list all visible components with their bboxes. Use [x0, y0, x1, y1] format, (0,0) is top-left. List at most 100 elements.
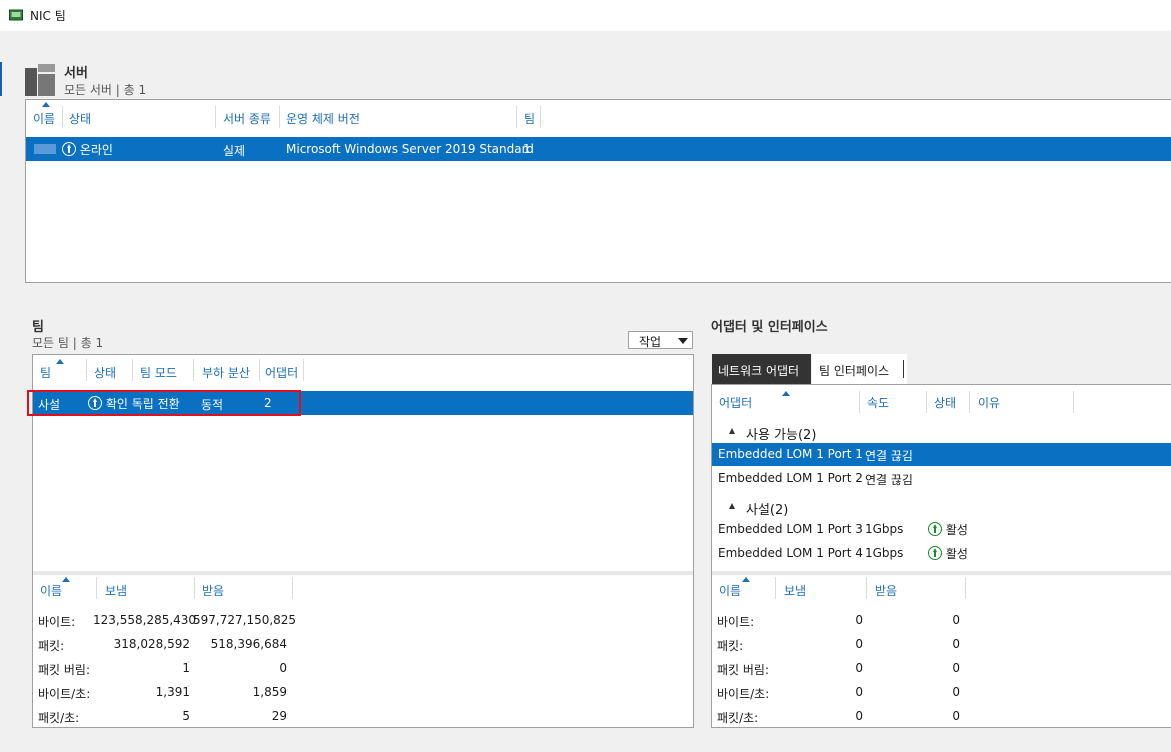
stat-label: 바이트/초: [717, 687, 770, 701]
group-header-private[interactable]: 사설(2) [712, 496, 1171, 518]
teams-subtitle: 모든 팀 | 총 1 [32, 336, 104, 350]
col-stat-recv[interactable]: 받음 [202, 582, 224, 599]
column-divider[interactable] [1073, 391, 1074, 413]
col-name[interactable]: 이름 [33, 110, 55, 127]
column-divider[interactable] [540, 106, 541, 128]
server-teams: 1 [523, 142, 531, 156]
col-adapter-status[interactable]: 상태 [934, 394, 956, 411]
column-divider[interactable] [86, 359, 87, 381]
col-stat-name[interactable]: 이름 [40, 582, 62, 599]
stat-sent: 123,558,285,430 [93, 613, 197, 627]
servers-title: 서버 [64, 66, 88, 81]
server-os: Microsoft Windows Server 2019 Standard [286, 142, 534, 156]
sort-ascending-icon [742, 577, 750, 582]
stat-label: 패킷/초: [38, 711, 80, 725]
col-reason[interactable]: 이유 [978, 394, 1000, 411]
adapter-status: 활성 [928, 545, 968, 562]
servers-subtitle: 모든 서버 | 총 1 [64, 83, 147, 97]
column-divider[interactable] [132, 359, 133, 381]
stat-recv: 0 [279, 661, 287, 675]
adapter-row[interactable]: Embedded LOM 1 Port 4 1Gbps 활성 [712, 542, 1171, 565]
col-stat-recv[interactable]: 받음 [875, 582, 897, 599]
tasks-dropdown[interactable]: 작업 [628, 331, 693, 349]
active-up-icon [928, 546, 942, 560]
column-divider[interactable] [292, 577, 293, 599]
stat-sent: 5 [182, 709, 190, 723]
collapse-triangle-icon[interactable] [729, 428, 735, 434]
col-server-type[interactable]: 서버 종류 [223, 110, 271, 127]
adapter-status: 활성 [928, 521, 968, 538]
adapter-name: Embedded LOM 1 Port 3 [718, 522, 863, 536]
column-divider[interactable] [965, 577, 966, 599]
teams-header-row: 팀 상태 팀 모드 부하 분산 어댑터 [33, 355, 693, 389]
stat-sent: 0 [855, 685, 863, 699]
stat-label: 패킷 버림: [38, 663, 91, 677]
servers-table: 이름 상태 서버 종류 운영 체제 버전 팀 온라인 실제 Microsoft … [25, 99, 1171, 283]
stat-row: 바이트/초: 0 0 [712, 683, 1012, 707]
column-divider[interactable] [859, 391, 860, 413]
col-adapter[interactable]: 어댑터 [719, 394, 752, 411]
adapters-panel: 어댑터 속도 상태 이유 사용 가능(2) Embedded LOM 1 Por… [711, 384, 1171, 728]
col-status[interactable]: 상태 [69, 110, 91, 127]
group-header-available[interactable]: 사용 가능(2) [712, 421, 1171, 443]
col-stat-sent[interactable]: 보냄 [784, 582, 806, 599]
column-divider[interactable] [215, 106, 216, 128]
highlight-box [27, 390, 301, 416]
stat-label: 바이트: [717, 615, 755, 629]
nic-team-app-icon [9, 9, 23, 21]
column-divider[interactable] [62, 106, 63, 128]
server-row[interactable]: 온라인 실제 Microsoft Windows Server 2019 Sta… [26, 137, 1171, 161]
column-divider[interactable] [866, 577, 867, 599]
server-status-text: 온라인 [79, 143, 113, 157]
tab-team-interfaces[interactable]: 팀 인터페이스 [812, 354, 907, 384]
stat-row: 바이트: 0 0 [712, 611, 1012, 635]
tab-divider [903, 360, 904, 378]
col-team-mode[interactable]: 팀 모드 [140, 364, 177, 381]
col-teams[interactable]: 팀 [524, 110, 535, 127]
column-divider[interactable] [926, 391, 927, 413]
stat-label: 패킷 버림: [717, 663, 770, 677]
col-stat-sent[interactable]: 보냄 [105, 582, 127, 599]
stat-sent: 0 [855, 613, 863, 627]
server-name-redacted [34, 144, 56, 154]
stat-row: 패킷/초: 5 29 [33, 707, 333, 731]
col-adapters[interactable]: 어댑터 [265, 364, 298, 381]
server-type: 실제 [223, 144, 246, 158]
col-speed[interactable]: 속도 [867, 394, 889, 411]
adapter-row[interactable]: Embedded LOM 1 Port 3 1Gbps 활성 [712, 518, 1171, 541]
collapse-triangle-icon[interactable] [729, 503, 735, 509]
col-team[interactable]: 팀 [40, 364, 51, 381]
adapter-status-text: 활성 [945, 523, 968, 537]
column-divider[interactable] [516, 106, 517, 128]
adapter-status-text: 활성 [945, 547, 968, 561]
adapter-row[interactable]: Embedded LOM 1 Port 1 연결 끊김 [712, 443, 1171, 466]
column-divider[interactable] [96, 577, 97, 599]
column-divider[interactable] [303, 359, 304, 381]
column-divider[interactable] [969, 391, 970, 413]
team-stats-header: 이름 보냄 받음 [33, 575, 693, 603]
stat-recv: 29 [271, 709, 287, 723]
column-divider[interactable] [279, 106, 280, 128]
stat-label: 패킷: [38, 639, 65, 653]
column-divider[interactable] [259, 359, 260, 381]
server-status: 온라인 [62, 141, 113, 158]
stat-sent: 0 [855, 637, 863, 651]
col-os-version[interactable]: 운영 체제 버전 [286, 110, 360, 127]
column-divider[interactable] [775, 577, 776, 599]
adapter-speed: 1Gbps [865, 522, 904, 536]
left-accent-strip [0, 62, 2, 96]
stat-label: 바이트/초: [38, 687, 91, 701]
column-divider[interactable] [193, 359, 194, 381]
stat-recv: 0 [952, 661, 960, 675]
col-team-status[interactable]: 상태 [94, 364, 116, 381]
stat-recv: 597,727,150,825 [193, 613, 297, 627]
column-divider[interactable] [194, 577, 195, 599]
adapter-name: Embedded LOM 1 Port 2 [718, 471, 863, 485]
adapter-speed: 연결 끊김 [865, 449, 913, 463]
col-stat-name[interactable]: 이름 [719, 582, 741, 599]
col-load-balancing[interactable]: 부하 분산 [202, 364, 250, 381]
active-up-icon [928, 522, 942, 536]
teams-title: 팀 [32, 320, 44, 335]
adapter-row[interactable]: Embedded LOM 1 Port 2 연결 끊김 [712, 467, 1171, 490]
tab-network-adapters[interactable]: 네트워크 어댑터 [712, 354, 811, 384]
